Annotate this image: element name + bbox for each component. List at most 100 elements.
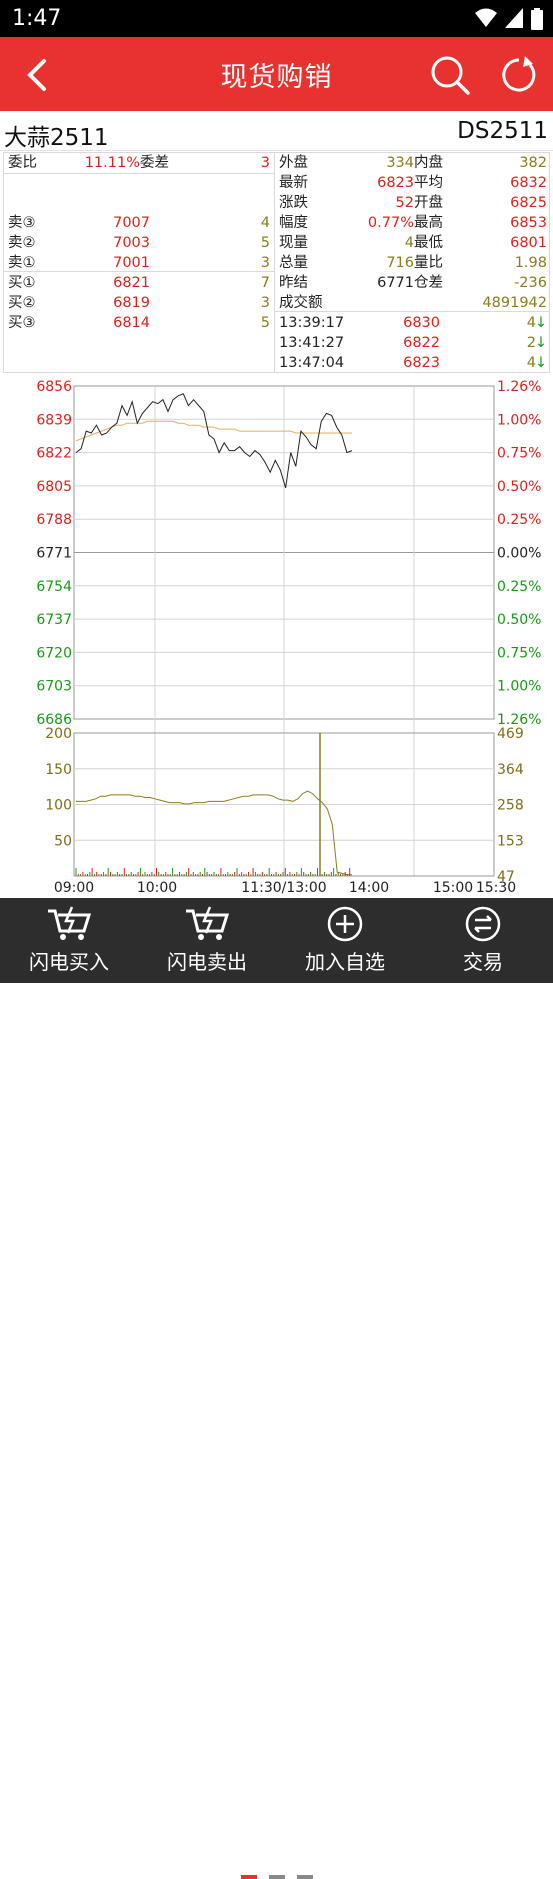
- tick-price: 6822: [403, 335, 440, 351]
- bid-row: 买③ 6814 5: [4, 313, 274, 333]
- ask-row: 卖① 7001 3: [4, 253, 274, 273]
- weibi-row: 委比 11.11% 委差 3: [4, 153, 274, 173]
- time-axis-label: 14:00: [349, 880, 389, 896]
- percent-axis-label: 0.75%: [497, 446, 541, 462]
- instrument-code: DS2511: [457, 118, 548, 144]
- percent-axis-label: 0.25%: [497, 512, 541, 528]
- level-price: 6819: [113, 295, 150, 311]
- time-axis-label: 15:00: [433, 880, 473, 896]
- weibi-value: 11.11%: [84, 155, 140, 171]
- percent-axis-label: 0.00%: [497, 546, 541, 562]
- stat-value: 4: [404, 235, 414, 251]
- wifi-icon: [475, 8, 497, 27]
- stat-value: 6801: [510, 235, 547, 251]
- tick-time: 13:41:27: [279, 335, 345, 351]
- flash-sell-button[interactable]: 闪电卖出: [138, 898, 276, 983]
- back-arrow-icon[interactable]: [18, 55, 58, 95]
- level-label: 买②: [8, 295, 36, 311]
- exchange-icon: [465, 906, 501, 942]
- stat-label: 内盘: [414, 155, 443, 171]
- price-axis-label: 6720: [36, 645, 72, 661]
- flash-sell-label: 闪电卖出: [167, 950, 247, 974]
- status-bar: 1:47: [0, 0, 553, 37]
- level-volume: 4: [260, 215, 270, 231]
- app-bar: 现货购销: [0, 37, 553, 111]
- page-indicator-active: [241, 1875, 257, 1879]
- price-chart[interactable]: 6856 6839 6822 6805 6788 6771 6754 6737 6720 6703…: [0, 376, 553, 898]
- volume-axis-label: 469: [497, 726, 524, 742]
- volume-axis-label: 153: [497, 833, 524, 849]
- tick-time: 13:39:17: [279, 315, 345, 331]
- stat-value: 6825: [510, 195, 547, 211]
- volume-line: [76, 790, 352, 876]
- stat-value: -236: [514, 275, 547, 291]
- tick-row: 13:41:27 6822 2 ↓: [275, 333, 550, 353]
- tick-row: 13:39:17 6830 4 ↓: [275, 313, 550, 333]
- stat-value: 6771: [377, 275, 414, 291]
- percent-axis-label: 1.00%: [497, 412, 541, 428]
- turnover-label: 成交额: [279, 295, 323, 311]
- stat-label: 总量: [279, 255, 308, 271]
- percent-axis-label: 0.50%: [497, 479, 541, 495]
- weibi-label: 委比: [8, 155, 37, 171]
- average-price-line: [75, 420, 352, 442]
- divider: [4, 173, 274, 174]
- stat-label: 幅度: [279, 215, 308, 231]
- stat-label: 最低: [414, 235, 443, 251]
- tick-price: 6830: [403, 315, 440, 331]
- stat-label: 外盘: [279, 155, 308, 171]
- status-time: 1:47: [12, 6, 62, 31]
- stat-value: 6853: [510, 215, 547, 231]
- price-axis-label: 6771: [36, 546, 72, 562]
- stat-label: 涨跌: [279, 195, 308, 211]
- trade-button[interactable]: 交易: [414, 898, 552, 983]
- instrument-name: 大蒜2511: [4, 125, 109, 151]
- bottom-action-bar: 闪电买入 闪电卖出 加入自选 交易: [0, 898, 553, 1879]
- time-axis-label: 10:00: [137, 880, 177, 896]
- stat-value: 0.77%: [367, 215, 414, 231]
- down-arrow-icon: ↓: [534, 355, 547, 371]
- stat-value: 382: [519, 155, 547, 171]
- tick-price: 6823: [403, 355, 440, 371]
- price-axis-label: 6805: [36, 479, 72, 495]
- volume-axis-label: 50: [54, 833, 72, 849]
- flash-buy-button[interactable]: 闪电买入: [0, 898, 138, 983]
- ask-row: 卖② 7003 5: [4, 233, 274, 253]
- stat-label: 昨结: [279, 275, 308, 291]
- level-price: 7001: [113, 255, 150, 271]
- stat-value: 52: [395, 195, 414, 211]
- level-label: 卖②: [8, 235, 36, 251]
- level-price: 6821: [113, 275, 150, 291]
- plus-circle-icon: [327, 906, 363, 942]
- add-watchlist-button[interactable]: 加入自选: [276, 898, 414, 983]
- time-axis-label: 15:30: [476, 880, 516, 896]
- ask-row: 卖③ 7007 4: [4, 213, 274, 233]
- stat-row: 总量 716 量比 1.98: [275, 253, 550, 273]
- time-axis-label: 11:30/13:00: [241, 880, 326, 896]
- price-axis-label: 6703: [36, 679, 72, 695]
- turnover-value: 4891942: [482, 295, 547, 311]
- refresh-icon[interactable]: [497, 53, 541, 97]
- volume-axis-label: 364: [497, 762, 524, 778]
- instrument-header: 大蒜2511 DS2511: [0, 111, 553, 151]
- level-volume: 3: [260, 255, 270, 271]
- stat-value: 334: [386, 155, 414, 171]
- stat-value: 716: [386, 255, 414, 271]
- add-watchlist-label: 加入自选: [305, 950, 385, 974]
- bid-row: 买① 6821 7: [4, 273, 274, 293]
- stat-row: 幅度 0.77% 最高 6853: [275, 213, 550, 233]
- cart-lightning-icon: [186, 906, 230, 940]
- level-volume: 3: [260, 295, 270, 311]
- signal-icon: [505, 8, 523, 28]
- stat-label: 量比: [414, 255, 443, 271]
- volume-axis-label: 150: [45, 762, 72, 778]
- stat-row: 最新 6823 平均 6832: [275, 173, 550, 193]
- volume-axis-label: 258: [497, 798, 524, 814]
- price-axis-label: 6788: [36, 512, 72, 528]
- down-arrow-icon: ↓: [534, 315, 547, 331]
- price-line: [75, 393, 353, 489]
- percent-axis-label: 0.50%: [497, 612, 541, 628]
- search-icon[interactable]: [428, 53, 472, 97]
- page-title: 现货购销: [220, 61, 333, 93]
- price-axis-label: 6754: [36, 579, 72, 595]
